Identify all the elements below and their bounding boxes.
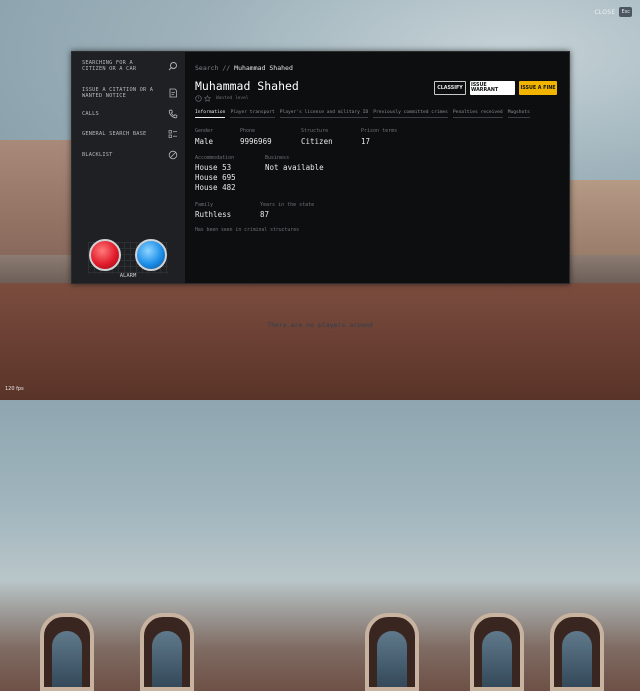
- years-in-state-value: 87: [260, 210, 270, 219]
- wanted-level-label: Wanted level: [216, 96, 249, 101]
- issue-fine-button[interactable]: ISSUE A FINE: [519, 81, 557, 95]
- arch-window: [550, 613, 604, 691]
- document-icon: [169, 88, 177, 98]
- tab-license-military-id[interactable]: Player's license and military ID: [279, 110, 369, 118]
- sidebar-item-label: GENERAL SEARCH BASE: [82, 131, 147, 137]
- star-icon: [204, 95, 211, 102]
- alarm-panel: ALARM: [86, 232, 170, 282]
- sidebar-item-label: BLACKLIST: [82, 152, 113, 158]
- alarm-blue-button[interactable]: [135, 239, 167, 271]
- profile-tabs: Information Player transport Player's li…: [195, 110, 530, 118]
- tab-mugshots[interactable]: Mugshots: [507, 110, 530, 118]
- accommodation-label: Accommodation: [195, 155, 235, 161]
- prison-terms-value: 17: [361, 137, 371, 146]
- family-value: Ruthless: [195, 210, 232, 219]
- tab-player-transport[interactable]: Player transport: [230, 110, 275, 118]
- sidebar-item-search[interactable]: SEARCHING FOR A CITIZEN OR A CAR: [82, 60, 178, 72]
- tab-information[interactable]: Information: [195, 110, 226, 118]
- gender-value: Male: [195, 137, 214, 146]
- search-icon: [168, 62, 177, 71]
- page-title: Muhammad Shahed: [195, 79, 299, 93]
- building-facade: [0, 283, 640, 691]
- database-list-icon: [168, 130, 177, 138]
- breadcrumb-current: Muhammad Shahed: [234, 64, 293, 72]
- accommodation-item: House 482: [195, 183, 236, 192]
- nearby-players-status: There are no players around: [267, 321, 373, 329]
- sidebar-item-label: CALLS: [82, 111, 99, 117]
- clock-icon: [195, 95, 202, 102]
- alarm-red-button[interactable]: [89, 239, 121, 271]
- phone-icon: [168, 109, 178, 119]
- wanted-level-row: Wanted level: [195, 95, 249, 102]
- sidebar-item-calls[interactable]: CALLS: [82, 109, 178, 119]
- criminal-structures-note: Has been seen in criminal structures: [195, 228, 299, 233]
- arch-window: [470, 613, 524, 691]
- fps-counter: 120 fps: [5, 386, 24, 392]
- issue-warrant-button[interactable]: ISSUE WARRANT: [470, 81, 515, 95]
- business-label: Business: [265, 155, 290, 161]
- phone-value: 9996969: [240, 137, 272, 146]
- citizen-profile: Search // Muhammad Shahed Muhammad Shahe…: [185, 52, 569, 283]
- alarm-label: ALARM: [119, 273, 137, 279]
- blocked-icon: [168, 150, 178, 160]
- sidebar-item-citation[interactable]: ISSUE A CITATION OR A WANTED NOTICE: [82, 87, 178, 99]
- sidebar: SEARCHING FOR A CITIZEN OR A CAR ISSUE A…: [72, 52, 185, 283]
- tab-previous-crimes[interactable]: Previously committed crimes: [373, 110, 448, 118]
- arch-window: [140, 613, 194, 691]
- breadcrumb-root[interactable]: Search //: [195, 64, 230, 72]
- gender-label: Gender: [195, 128, 214, 134]
- accommodation-item: House 53: [195, 163, 232, 172]
- arch-window: [365, 613, 419, 691]
- prison-terms-label: Prison terms: [361, 128, 398, 134]
- structure-label: Structure: [301, 128, 329, 134]
- years-in-state-label: Years in the state: [260, 202, 315, 208]
- breadcrumb: Search // Muhammad Shahed: [195, 64, 293, 72]
- structure-value: Citizen: [301, 137, 333, 146]
- business-value: Not available: [265, 163, 324, 172]
- classify-button[interactable]: CLASSIFY: [434, 81, 466, 95]
- accommodation-item: House 695: [195, 173, 236, 182]
- esc-key-badge[interactable]: Esc: [619, 7, 632, 17]
- phone-label: Phone: [240, 128, 256, 134]
- police-tablet: SEARCHING FOR A CITIZEN OR A CAR ISSUE A…: [71, 51, 570, 284]
- close-control[interactable]: CLOSE Esc: [594, 7, 632, 17]
- sidebar-item-general-search[interactable]: GENERAL SEARCH BASE: [82, 129, 178, 139]
- tab-penalties[interactable]: Penalties received: [452, 110, 503, 118]
- family-label: Family: [195, 202, 214, 208]
- sidebar-item-blacklist[interactable]: BLACKLIST: [82, 150, 178, 160]
- sidebar-item-label: SEARCHING FOR A CITIZEN OR A CAR: [82, 60, 137, 72]
- arch-window: [40, 613, 94, 691]
- sidebar-item-label: ISSUE A CITATION OR A WANTED NOTICE: [82, 87, 154, 99]
- close-label[interactable]: CLOSE: [594, 9, 615, 16]
- action-buttons: CLASSIFY ISSUE WARRANT ISSUE A FINE: [434, 81, 557, 95]
